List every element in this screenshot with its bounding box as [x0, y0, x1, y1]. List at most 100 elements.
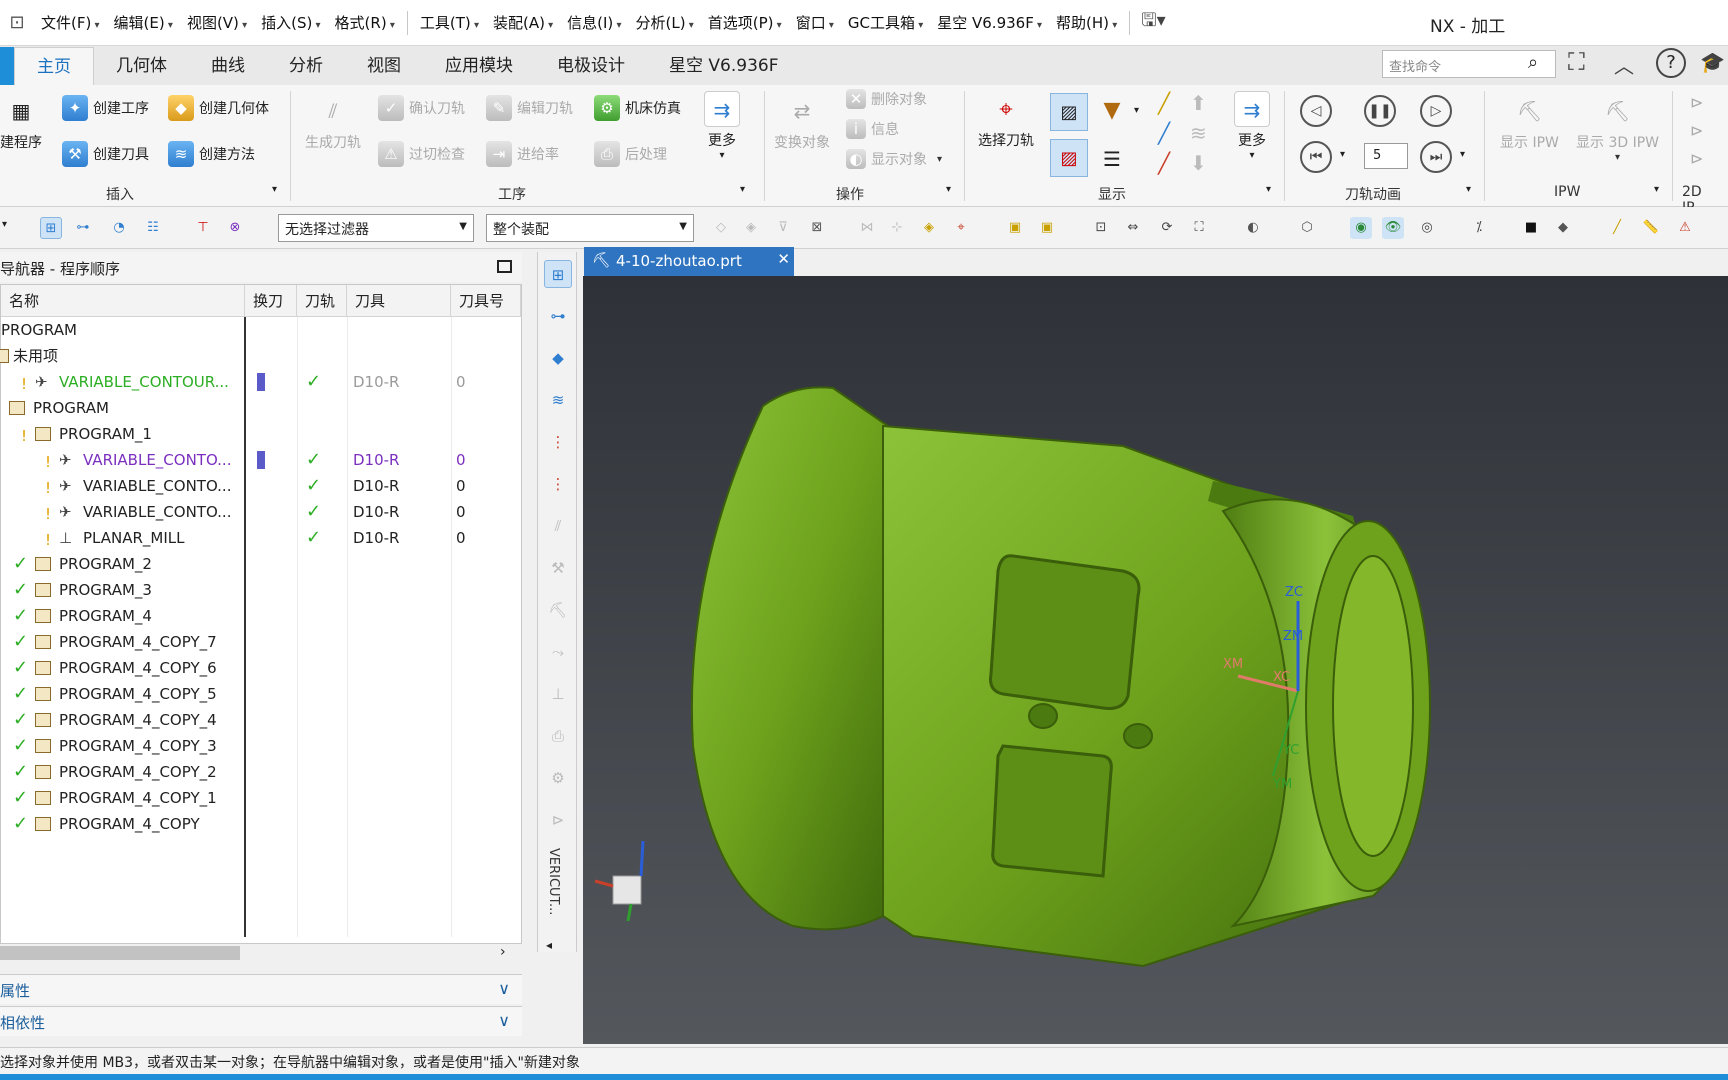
layer-icon[interactable]: ◎: [1416, 217, 1438, 239]
scrollbar-thumb[interactable]: [0, 946, 240, 960]
menu-help[interactable]: 帮助(H): [1049, 12, 1124, 33]
menu-view[interactable]: 视图(V): [180, 12, 254, 33]
group-expand-icon[interactable]: ▾: [272, 184, 277, 195]
operation-filter-icon[interactable]: ⊤: [192, 217, 214, 239]
group-expand-icon[interactable]: ▾: [946, 184, 951, 195]
group-expand-icon[interactable]: ▾: [1266, 184, 1271, 195]
select-path-button[interactable]: ⌖ 选择刀轨: [978, 91, 1034, 150]
save-icon[interactable]: 🖫▾: [1135, 8, 1171, 38]
pan-icon[interactable]: ⇔: [1122, 217, 1144, 239]
generate-path-button[interactable]: ⫽ 生成刀轨: [305, 93, 361, 152]
table-row[interactable]: ✓ PROGRAM_4_COPY_3: [1, 733, 521, 759]
table-row[interactable]: ! ✈ VARIABLE_CONTO... ✓ D10-R 0: [1, 499, 521, 525]
table-row[interactable]: ! ✈ VARIABLE_CONTOUR... ✓ D10-R 0: [1, 369, 521, 395]
method-view-icon[interactable]: ☷: [142, 217, 164, 239]
create-tool-button[interactable]: ⚒ 创建刀具: [62, 141, 149, 167]
table-row[interactable]: ✓ PROGRAM_3: [1, 577, 521, 603]
selection-filter-select[interactable]: 无选择过滤器: [278, 214, 474, 242]
show-ipw-button[interactable]: ⛏ 显示 IPW: [1500, 93, 1559, 152]
machine-tool-view-icon[interactable]: ⊶: [72, 217, 94, 239]
table-row[interactable]: ✓ PROGRAM_4_COPY_4: [1, 707, 521, 733]
filter-icon[interactable]: ⊽: [772, 217, 794, 239]
step-back-icon[interactable]: ◁: [1300, 95, 1332, 127]
part-file-tab[interactable]: ⛏ 4-10-zhoutao.prt ✕: [584, 247, 794, 276]
edit-path-button[interactable]: ✎ 编辑刀轨: [486, 95, 573, 121]
chevron-right-icon[interactable]: ›: [500, 944, 506, 960]
fullscreen-icon[interactable]: ⛶: [1568, 48, 1585, 76]
tool-display-icon[interactable]: ▼: [1096, 93, 1128, 129]
background-icon[interactable]: ■: [1520, 217, 1542, 239]
chevron-down-icon[interactable]: ▾: [1134, 105, 1139, 116]
pause-icon[interactable]: ❚❚: [1364, 95, 1396, 127]
chevron-down-icon[interactable]: ▾: [1460, 149, 1465, 160]
select-icon[interactable]: ⊠: [806, 217, 828, 239]
maximize-icon[interactable]: [497, 260, 512, 273]
tool-icon[interactable]: ⫽: [544, 512, 572, 540]
file-tab-accent[interactable]: [0, 47, 14, 85]
vericut-label[interactable]: VERICUT...: [546, 848, 561, 915]
layer-icon[interactable]: ≋: [1190, 121, 1207, 145]
role-icon[interactable]: 🎓: [1700, 50, 1725, 74]
display-more-button[interactable]: ⇉ 更多 ▾: [1234, 91, 1270, 161]
create-program-button[interactable]: ▦ 建程序: [0, 93, 42, 152]
table-row[interactable]: ! ✈ VARIABLE_CONTO... ✓ D10-R 0: [1, 473, 521, 499]
tool-icon[interactable]: ⤳: [544, 638, 572, 666]
menu-gc-toolbox[interactable]: GC工具箱: [841, 12, 930, 33]
chevron-down-icon[interactable]: ▾: [2, 219, 7, 230]
transform-button[interactable]: ⇄ 变换对象: [774, 93, 830, 152]
point-icon[interactable]: ⌖: [950, 217, 972, 239]
animation-speed-stepper[interactable]: 5: [1364, 143, 1408, 169]
table-row[interactable]: ✓ PROGRAM_4_COPY_6: [1, 655, 521, 681]
view-triad-cube[interactable]: [612, 875, 642, 905]
hatch-display-icon[interactable]: ▨: [1050, 93, 1088, 131]
create-operation-button[interactable]: ✦ 创建工序: [62, 95, 149, 121]
geometry-navigator-icon[interactable]: ◆: [544, 344, 572, 372]
geometry-view-icon[interactable]: ◔: [108, 217, 130, 239]
menu-analysis[interactable]: 分析(L): [628, 12, 700, 33]
operation-more-button[interactable]: ⇉ 更多 ▾: [704, 91, 740, 161]
component-icon[interactable]: ◈: [918, 217, 940, 239]
method-navigator-icon[interactable]: ≋: [544, 386, 572, 414]
ipw-2d-icon[interactable]: ⊳: [1690, 93, 1703, 112]
table-row[interactable]: ✓ PROGRAM_4_COPY_5: [1, 681, 521, 707]
feedrate-button[interactable]: ⇥ 进给率: [486, 141, 559, 167]
material-icon[interactable]: ◆: [1552, 217, 1574, 239]
tab-view[interactable]: 视图: [345, 47, 423, 85]
show-3d-ipw-button[interactable]: ⛏ 显示 3D IPW ▾: [1576, 93, 1659, 163]
column-header-path[interactable]: 刀轨: [297, 285, 347, 317]
column-header-tool[interactable]: 刀具: [347, 285, 451, 317]
group-expand-icon[interactable]: ▾: [1466, 184, 1471, 195]
create-geometry-button[interactable]: ◆ 创建几何体: [168, 95, 269, 121]
machine-navigator-icon[interactable]: ⊶: [544, 302, 572, 330]
menu-edit[interactable]: 编辑(E): [107, 12, 180, 33]
ipw-2d-icon[interactable]: ⊳: [1690, 121, 1703, 140]
line-icon[interactable]: ╱: [1158, 91, 1170, 115]
table-row[interactable]: ✓ PROGRAM_2: [1, 551, 521, 577]
assembly-scope-select[interactable]: 整个装配: [486, 214, 694, 242]
table-row[interactable]: ✓ PROGRAM_4_COPY_2: [1, 759, 521, 785]
tool-icon[interactable]: ⛏: [544, 596, 572, 624]
program-order-view-icon[interactable]: ⊞: [40, 217, 62, 239]
arrow-down-icon[interactable]: ⬇: [1190, 151, 1207, 175]
mcs-icon[interactable]: ◉: [1350, 217, 1372, 239]
search-icon[interactable]: ⌕: [1528, 52, 1538, 73]
operation-navigator-icon[interactable]: ⊞: [544, 260, 572, 288]
box-icon[interactable]: ▣: [1036, 217, 1058, 239]
snap-icon[interactable]: ⊹: [886, 217, 908, 239]
menu-info[interactable]: 信息(I): [560, 12, 628, 33]
table-row[interactable]: ✓ PROGRAM_4_COPY_7: [1, 629, 521, 655]
tab-home[interactable]: 主页: [14, 47, 94, 85]
analysis-icon[interactable]: ⚠: [1674, 217, 1696, 239]
column-header-tool-number[interactable]: 刀具号: [451, 285, 521, 317]
tab-geometry[interactable]: 几何体: [94, 47, 189, 85]
table-row[interactable]: PROGRAM: [1, 317, 521, 343]
arrow-up-icon[interactable]: ⬆: [1190, 91, 1207, 115]
table-row[interactable]: ✓ PROGRAM_4: [1, 603, 521, 629]
close-icon[interactable]: ✕: [777, 250, 790, 268]
menu-xingkong[interactable]: 星空 V6.936F: [930, 12, 1049, 33]
snap-icon[interactable]: ◈: [740, 217, 762, 239]
tab-analysis[interactable]: 分析: [267, 47, 345, 85]
table-row[interactable]: ! PROGRAM_1: [1, 421, 521, 447]
ipw-2d-icon[interactable]: ⊳: [1690, 149, 1703, 168]
play-icon[interactable]: ▷: [1420, 95, 1452, 127]
